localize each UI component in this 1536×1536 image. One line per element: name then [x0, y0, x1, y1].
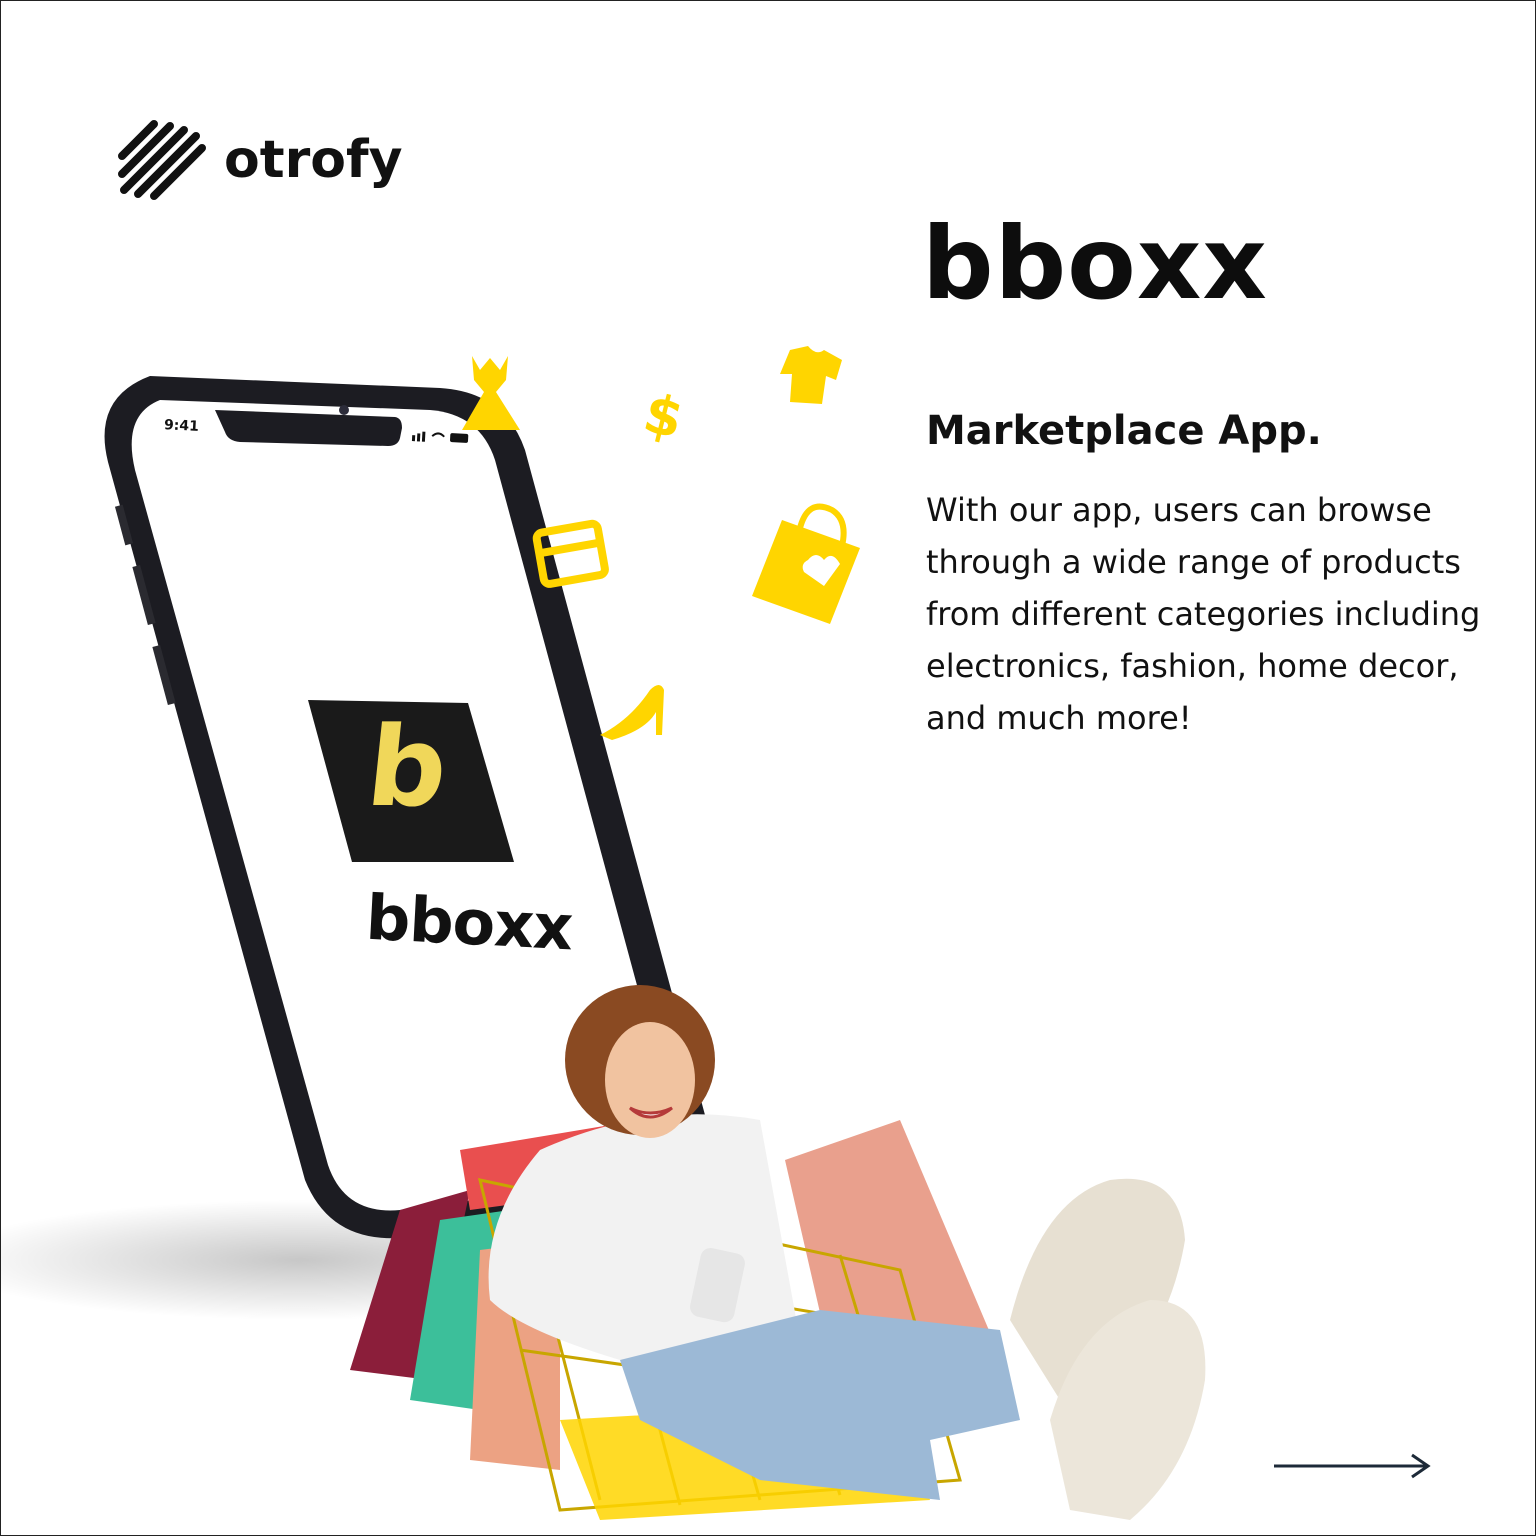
- credit-card-icon: [532, 519, 609, 588]
- status-time: 9:41: [163, 417, 200, 435]
- arrow-right-icon[interactable]: [1270, 1448, 1435, 1482]
- app-logo-letter: b: [361, 703, 454, 831]
- high-heel-icon: [600, 685, 664, 740]
- shopping-bag-heart-icon: [752, 503, 860, 624]
- svg-text:$: $: [638, 381, 690, 451]
- dress-icon: [462, 356, 520, 430]
- face: [605, 1022, 695, 1138]
- tshirt-icon: [780, 346, 842, 404]
- app-logo-wordmark: bboxx: [364, 880, 575, 965]
- illustration: $: [0, 346, 1206, 1520]
- dollar-icon: $: [638, 381, 690, 451]
